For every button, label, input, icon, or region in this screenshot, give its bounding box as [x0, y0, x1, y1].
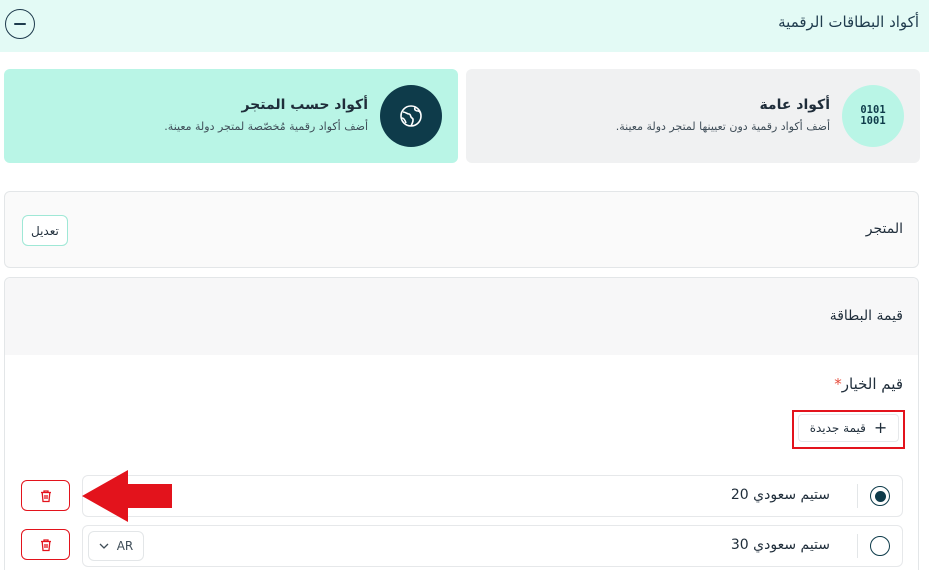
trash-icon: [40, 538, 51, 551]
delete-button[interactable]: [21, 480, 70, 511]
globe-icon: [380, 85, 442, 147]
options-label: قيم الخيار*: [830, 375, 903, 393]
divider: [857, 484, 858, 508]
new-value-button[interactable]: + قيمة جديدة: [798, 414, 899, 442]
collapse-button[interactable]: [5, 9, 35, 39]
card-value-label: قيمة البطاقة: [829, 308, 903, 324]
option-row: ستيم سعودي 30 AR: [82, 525, 903, 567]
divider: [857, 534, 858, 558]
card-value-header: قيمة البطاقة: [5, 278, 918, 355]
binary-icon: 0101 1001: [842, 85, 904, 147]
edit-button[interactable]: تعديل: [22, 215, 68, 246]
section-title: أكواد البطاقات الرقمية: [778, 13, 919, 31]
annotation-arrow-icon: [82, 470, 172, 522]
section-header: أكواد البطاقات الرقمية: [0, 0, 929, 52]
required-mark: *: [834, 375, 842, 393]
minus-icon: [14, 23, 26, 25]
delete-button[interactable]: [21, 529, 70, 560]
store-codes-card[interactable]: أكواد حسب المتجر أضف أكواد رقمية مُخصّصة…: [4, 69, 458, 163]
store-codes-title: أكواد حسب المتجر: [241, 97, 368, 113]
binary-icon-text: 0101 1001: [860, 104, 886, 127]
store-label: المتجر: [865, 221, 903, 237]
general-codes-title: أكواد عامة: [759, 97, 830, 113]
store-codes-description: أضف أكواد رقمية مُخصّصة لمتجر دولة معينة…: [164, 120, 368, 133]
new-value-label: قيمة جديدة: [809, 421, 866, 435]
chevron-down-icon: [99, 543, 109, 549]
store-panel: المتجر تعديل: [4, 191, 919, 268]
language-select[interactable]: AR: [88, 531, 144, 561]
trash-icon: [40, 489, 51, 502]
options-label-text: قيم الخيار: [841, 375, 903, 393]
option-row: ستيم سعودي 20: [82, 475, 903, 517]
option-radio[interactable]: [870, 536, 890, 556]
radio-selected-dot: [874, 490, 886, 502]
option-value[interactable]: ستيم سعودي 30: [731, 537, 830, 553]
general-codes-description: أضف أكواد رقمية دون تعيينها لمتجر دولة م…: [615, 120, 830, 133]
option-radio[interactable]: [870, 486, 890, 506]
option-value[interactable]: ستيم سعودي 20: [731, 487, 830, 503]
language-value: AR: [116, 539, 134, 553]
plus-icon: +: [873, 418, 888, 437]
general-codes-card[interactable]: 0101 1001 أكواد عامة أضف أكواد رقمية دون …: [466, 69, 920, 163]
